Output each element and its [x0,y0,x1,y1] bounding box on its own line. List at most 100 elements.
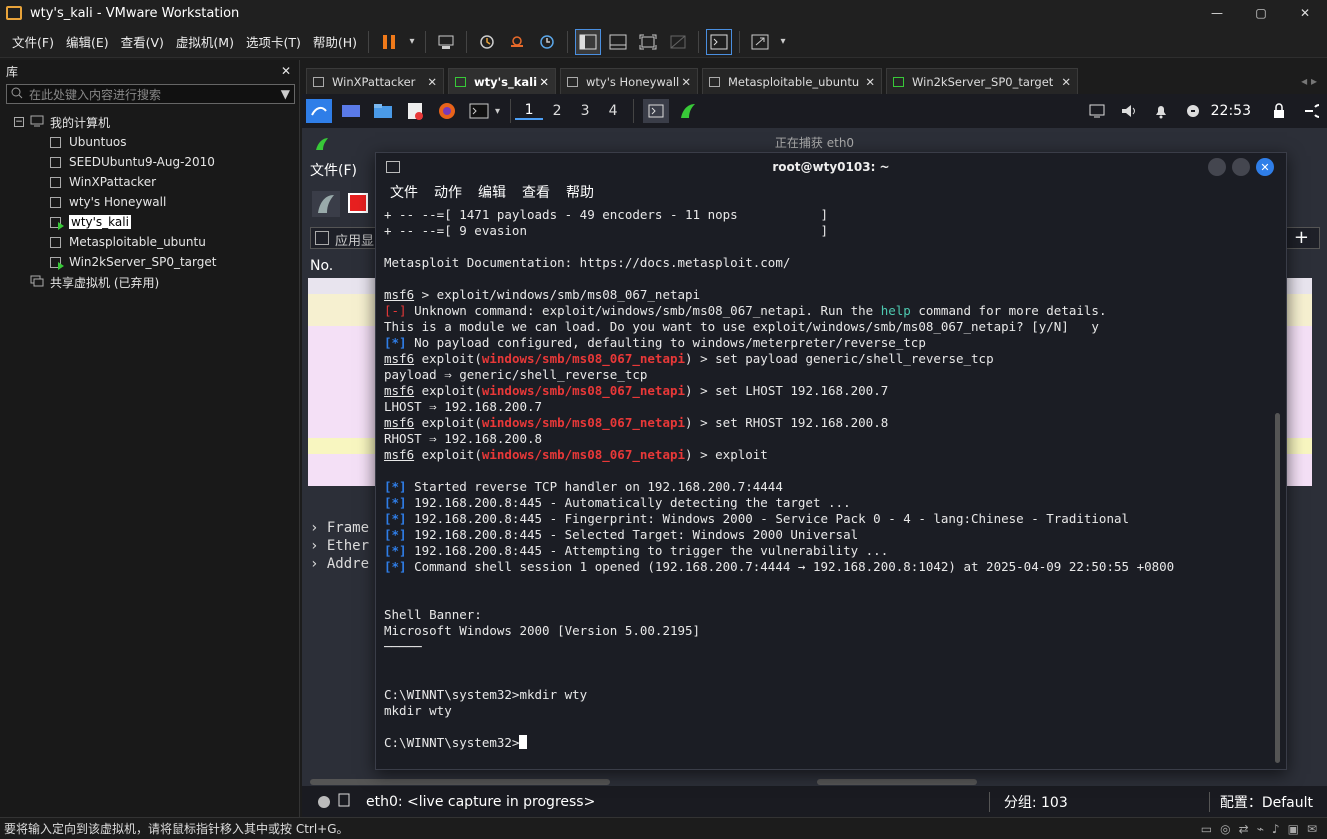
vm-console[interactable]: ▾ 1 2 3 4 22:53 正在捕获 eth0 文件(F) 应用显 + No… [302,94,1327,817]
terminal-maximize-button[interactable] [1232,158,1250,176]
chevron-down-icon[interactable]: ▾ [495,106,500,117]
usb-icon[interactable]: ⌁ [1257,822,1264,836]
display-icon[interactable]: ▣ [1288,822,1299,836]
firefox-icon[interactable] [434,99,460,123]
horizontal-scrollbar[interactable] [817,779,977,785]
vm-item-winxpattacker[interactable]: WinXPattacker [0,172,299,192]
chevron-down-icon[interactable]: ▾ [777,29,789,55]
file-manager-icon[interactable] [370,99,396,123]
shared-vms[interactable]: 共享虚拟机 (已弃用) [0,272,299,292]
full-screen-icon[interactable] [635,29,661,55]
terminal-minimize-button[interactable] [1208,158,1226,176]
tab-honeywall[interactable]: wty's Honeywall ✕ [560,68,698,94]
terminal-menu-help[interactable]: 帮助 [566,182,594,202]
detail-address[interactable]: › Addre [310,555,369,573]
terminal-output[interactable]: + -- --=[ 1471 payloads - 49 encoders - … [384,207,1264,757]
close-tab-icon[interactable]: ✕ [1061,75,1071,89]
terminal-window[interactable]: root@wty0103: ~ ✕ 文件 动作 编辑 查看 帮助 + -- --… [375,152,1287,770]
close-tab-icon[interactable]: ✕ [865,75,875,89]
workspace-3[interactable]: 3 [571,103,599,119]
terminal-menu-actions[interactable]: 动作 [434,182,462,202]
library-close-icon[interactable]: ✕ [281,64,291,78]
wireshark-menu-file[interactable]: 文件(F) [310,160,357,180]
tab-scroll-arrows[interactable]: ◂ ▸ [1301,74,1327,94]
terminal-titlebar[interactable]: root@wty0103: ~ ✕ [376,153,1286,181]
pause-icon[interactable] [376,29,402,55]
unity-icon[interactable] [665,29,691,55]
snapshot-icon[interactable] [474,29,500,55]
menu-edit[interactable]: 编辑(E) [60,32,115,51]
menu-tabs[interactable]: 选项卡(T) [240,32,307,51]
close-tab-icon[interactable]: ✕ [427,75,437,89]
tab-win2kserver[interactable]: Win2kServer_SP0_target ✕ [886,68,1078,94]
hard-disk-icon[interactable]: ▭ [1201,822,1212,836]
search-input[interactable]: 在此处键入内容进行搜索 [29,86,281,103]
show-desktop-icon[interactable] [338,99,364,123]
terminal-icon[interactable] [466,99,492,123]
minimize-button[interactable]: — [1195,0,1239,26]
bookmark-icon[interactable] [315,231,329,245]
panel-clock[interactable]: 22:53 [1211,103,1251,119]
terminal-menu-file[interactable]: 文件 [390,182,418,202]
expert-info-icon[interactable] [318,795,330,808]
network-adapter-icon[interactable]: ⇄ [1239,822,1249,836]
workspace-1[interactable]: 1 [515,102,544,120]
vm-item-win2kserver[interactable]: Win2kServer_SP0_target [0,252,299,272]
vm-item-wtys-kali[interactable]: wty's_kali [0,212,299,232]
stretch-guest-icon[interactable] [747,29,773,55]
terminal-menu-view[interactable]: 查看 [522,182,550,202]
profile-name[interactable]: 配置：Default [1208,791,1327,812]
menu-view[interactable]: 查看(V) [115,32,170,51]
taskbar-terminal-icon[interactable] [643,99,670,123]
show-library-icon[interactable] [575,28,602,55]
library-search[interactable]: 在此处键入内容进行搜索 ▼ [6,84,295,104]
horizontal-scrollbar[interactable] [310,779,610,785]
chevron-down-icon[interactable]: ▾ [406,29,418,55]
workspace-4[interactable]: 4 [599,103,627,119]
lock-screen-icon[interactable] [1266,99,1292,123]
capture-comment-icon[interactable] [338,793,350,811]
message-log-icon[interactable]: ✉ [1307,822,1317,836]
volume-icon[interactable] [1116,99,1142,123]
revert-snapshot-icon[interactable] [504,29,530,55]
power-manager-icon[interactable] [1180,99,1206,123]
network-icon[interactable] [1084,99,1110,123]
tab-metasploitable[interactable]: Metasploitable_ubuntu ✕ [702,68,882,94]
close-tab-icon[interactable]: ✕ [539,75,549,89]
tab-winxpattacker[interactable]: WinXPattacker ✕ [306,68,444,94]
workspace-2[interactable]: 2 [543,103,571,119]
snapshot-manager-icon[interactable] [534,29,560,55]
add-filter-icon[interactable]: + [1294,227,1309,248]
thumbnail-bar-icon[interactable] [605,29,631,55]
notifications-icon[interactable] [1148,99,1174,123]
menu-vm[interactable]: 虚拟机(M) [170,32,240,51]
tab-wtys-kali[interactable]: wty's_kali ✕ [448,68,556,94]
cd-rom-icon[interactable]: ◎ [1220,822,1230,836]
terminal-close-button[interactable]: ✕ [1256,158,1274,176]
collapse-icon[interactable]: − [14,117,24,127]
terminal-menu-edit[interactable]: 编辑 [478,182,506,202]
sound-icon[interactable]: ♪ [1272,822,1280,836]
vm-item-metasploitable[interactable]: Metasploitable_ubuntu [0,232,299,252]
taskbar-wireshark-icon[interactable] [675,99,701,123]
terminal-scrollbar[interactable] [1275,413,1280,763]
vm-item-ubuntuos[interactable]: Ubuntuos [0,132,299,152]
stop-capture-icon[interactable] [348,193,368,213]
detail-frame[interactable]: › Frame [310,519,369,537]
tree-root[interactable]: − 我的计算机 [0,112,299,132]
text-editor-icon[interactable] [402,99,428,123]
vm-item-honeywall[interactable]: wty's Honeywall [0,192,299,212]
maximize-button[interactable]: ▢ [1239,0,1283,26]
send-ctrl-alt-del-icon[interactable] [433,29,459,55]
packet-list-col-no[interactable]: No. [310,258,333,274]
chevron-down-icon[interactable]: ▼ [281,87,290,101]
start-capture-icon[interactable] [312,191,340,217]
detail-ethernet[interactable]: › Ether [310,537,369,555]
close-window-button[interactable]: ✕ [1283,0,1327,26]
logout-icon[interactable] [1298,99,1324,123]
menu-help[interactable]: 帮助(H) [307,32,363,51]
kali-menu-icon[interactable] [306,99,332,123]
vm-item-seedubuntu[interactable]: SEEDUbuntu9-Aug-2010 [0,152,299,172]
console-view-icon[interactable] [706,28,733,55]
menu-file[interactable]: 文件(F) [6,32,60,51]
